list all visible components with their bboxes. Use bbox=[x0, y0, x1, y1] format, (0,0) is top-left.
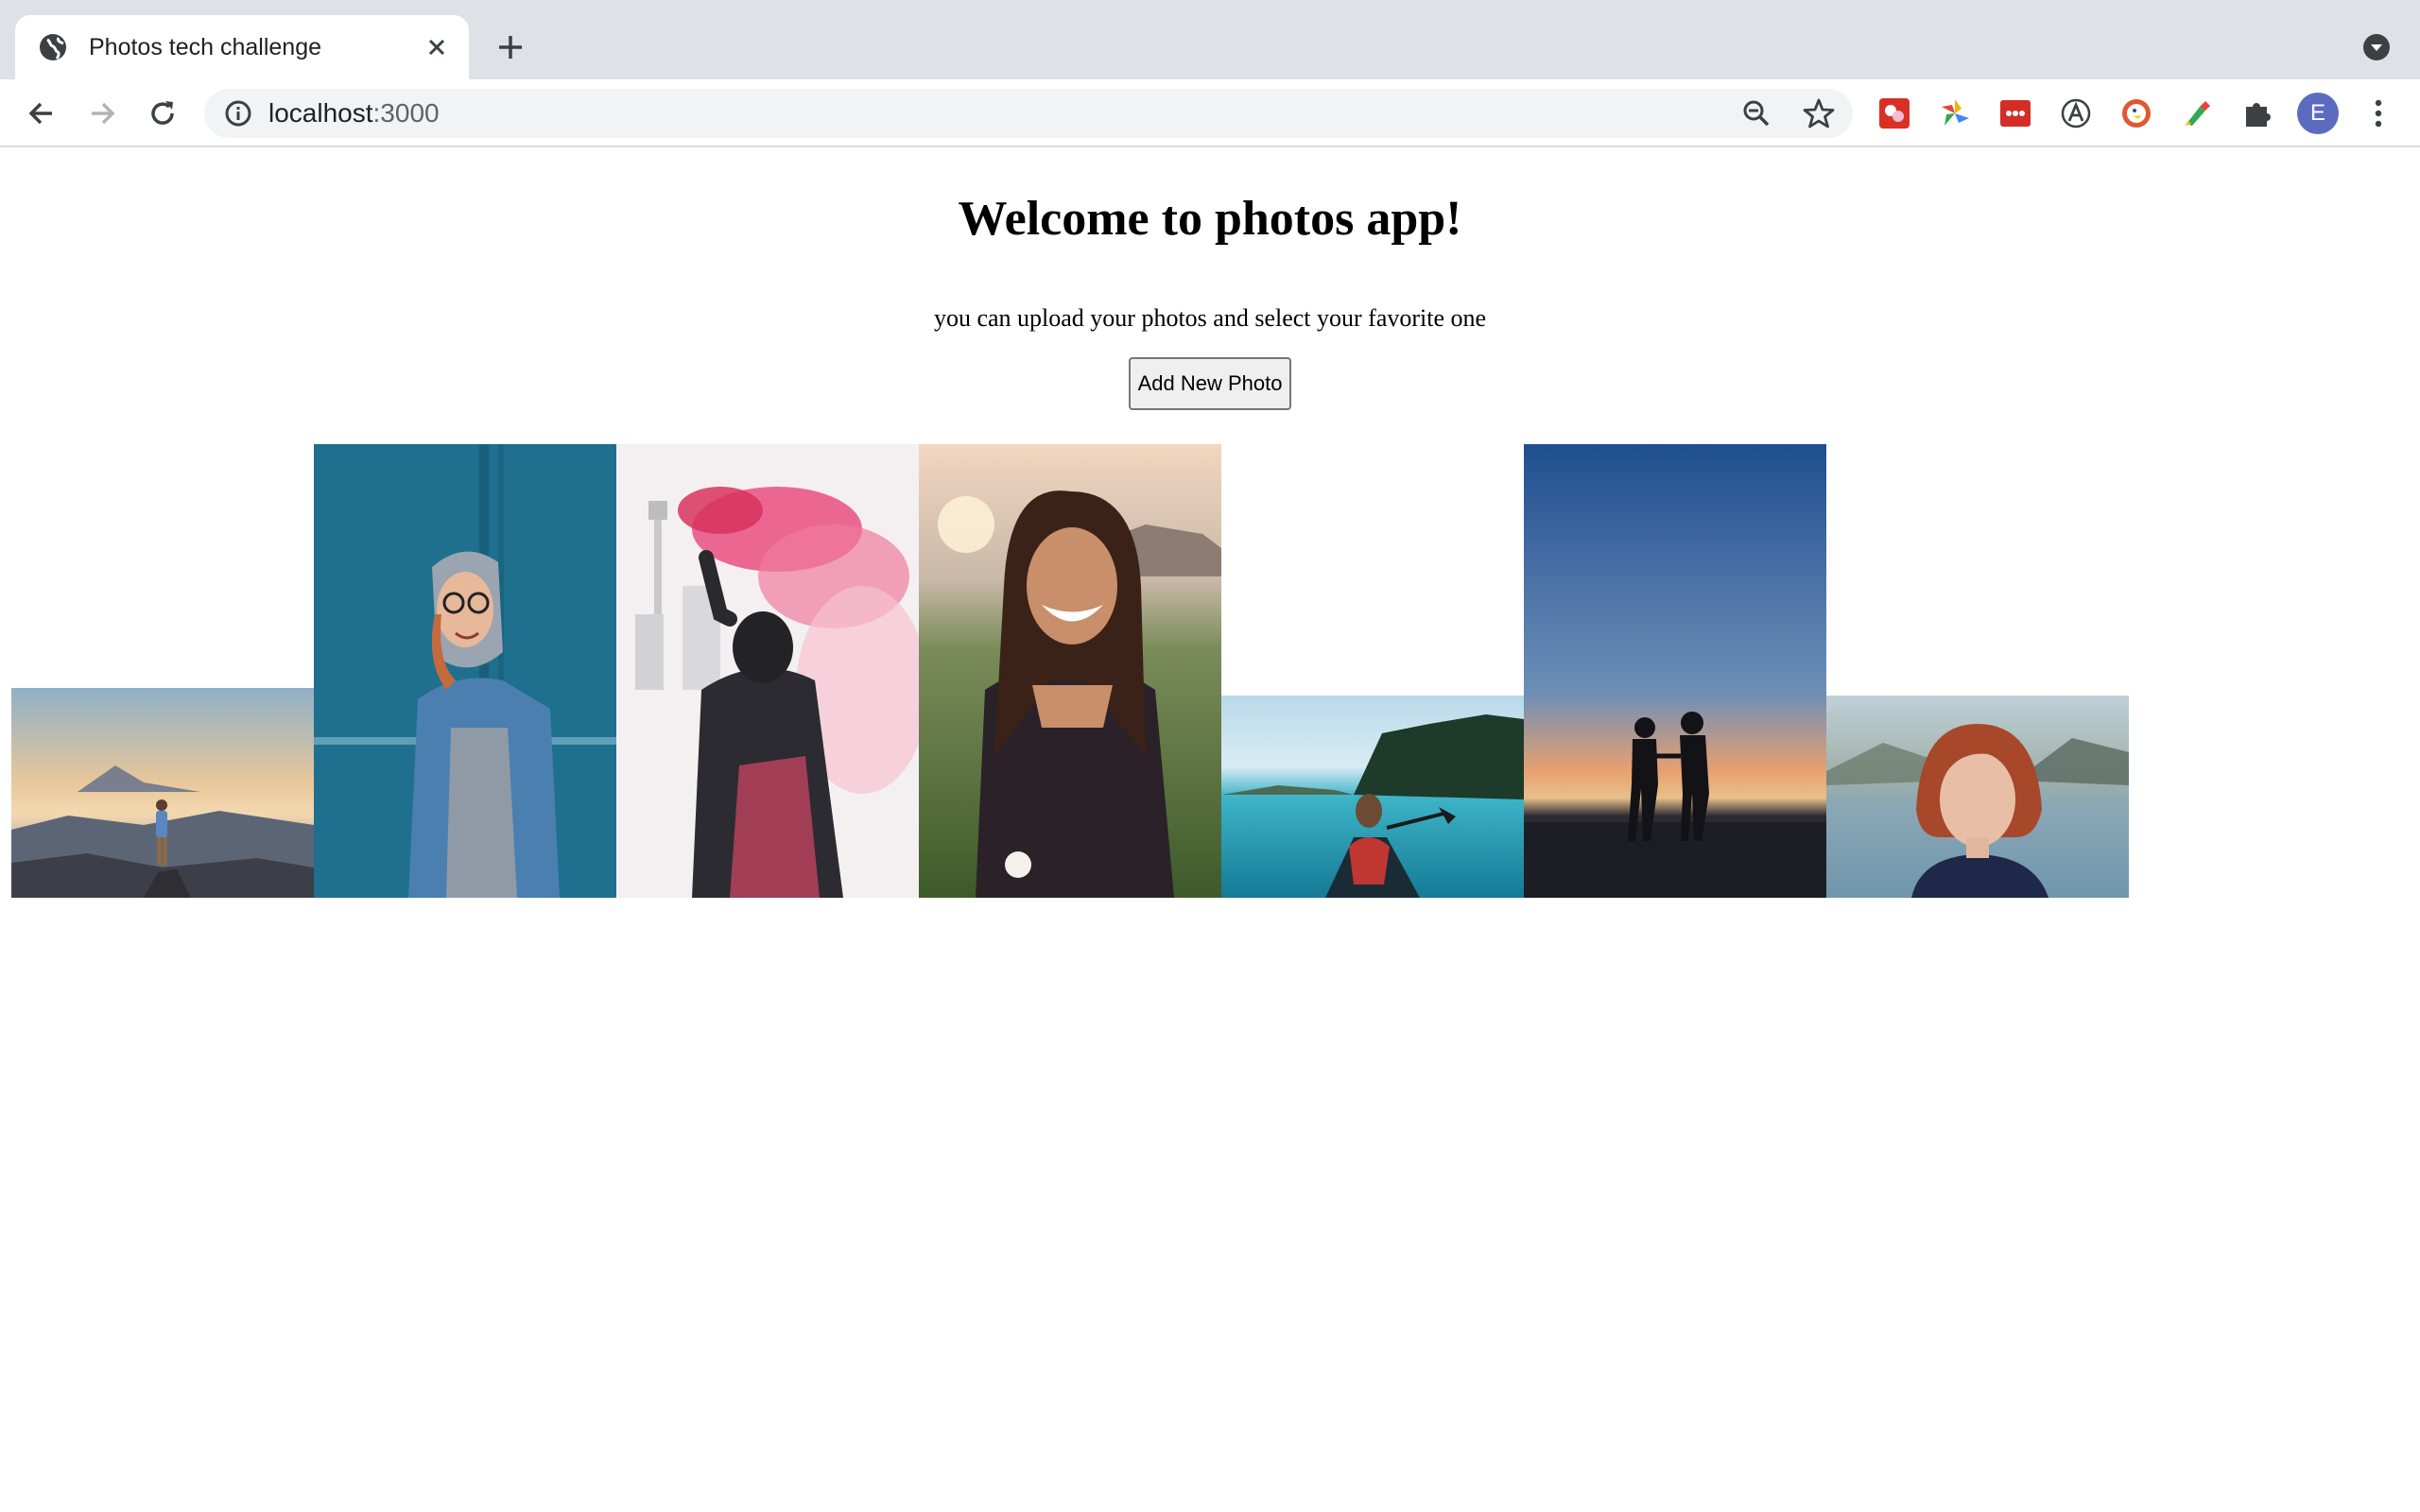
tab-strip: Photos tech challenge bbox=[0, 0, 2420, 79]
star-icon[interactable] bbox=[1802, 96, 1836, 130]
arrow-left-icon[interactable] bbox=[21, 93, 62, 134]
info-icon[interactable] bbox=[223, 98, 253, 129]
extension-lastpass-icon[interactable] bbox=[1998, 96, 2032, 130]
globe-icon bbox=[40, 34, 66, 60]
url-host: localhost bbox=[268, 98, 373, 128]
extension-pinwheel-icon[interactable] bbox=[1938, 96, 1972, 130]
address-bar[interactable]: localhost:3000 bbox=[204, 89, 1853, 138]
extension-duckduckgo-icon[interactable] bbox=[2119, 96, 2153, 130]
browser-toolbar: localhost:3000 E bbox=[0, 79, 2420, 147]
photo-smiling-woman[interactable] bbox=[919, 444, 1221, 898]
photo-canoe-lake[interactable] bbox=[1221, 696, 1524, 898]
extension-color-picker-icon[interactable] bbox=[2180, 96, 2214, 130]
page-content: Welcome to photos app! you can upload yo… bbox=[0, 149, 2420, 1512]
url-port: :3000 bbox=[372, 98, 440, 128]
photo-mountain-sunset[interactable] bbox=[11, 688, 314, 898]
arrow-right-icon[interactable] bbox=[81, 93, 123, 134]
profile-avatar[interactable]: E bbox=[2297, 93, 2339, 134]
zoom-out-icon[interactable] bbox=[1739, 96, 1773, 130]
reload-icon[interactable] bbox=[142, 93, 183, 134]
extension-red-icon[interactable] bbox=[1877, 96, 1911, 130]
chevron-down-icon[interactable] bbox=[2360, 30, 2394, 64]
photo-woman-denim-jacket[interactable] bbox=[314, 444, 616, 898]
puzzle-icon[interactable] bbox=[2240, 96, 2274, 130]
photo-redhead-portrait[interactable] bbox=[1826, 696, 2129, 898]
photo-smoke-flare[interactable] bbox=[616, 444, 919, 898]
tab-title: Photos tech challenge bbox=[89, 33, 322, 60]
kebab-menu-icon[interactable] bbox=[2361, 93, 2395, 134]
browser-tab[interactable]: Photos tech challenge bbox=[15, 15, 469, 79]
photo-gallery bbox=[0, 149, 2420, 1512]
url-text[interactable]: localhost:3000 bbox=[268, 98, 440, 129]
extension-a-icon[interactable] bbox=[2059, 96, 2093, 130]
plus-icon[interactable] bbox=[492, 28, 529, 66]
close-icon[interactable] bbox=[422, 32, 452, 62]
photo-couple-silhouette[interactable] bbox=[1524, 444, 1826, 898]
